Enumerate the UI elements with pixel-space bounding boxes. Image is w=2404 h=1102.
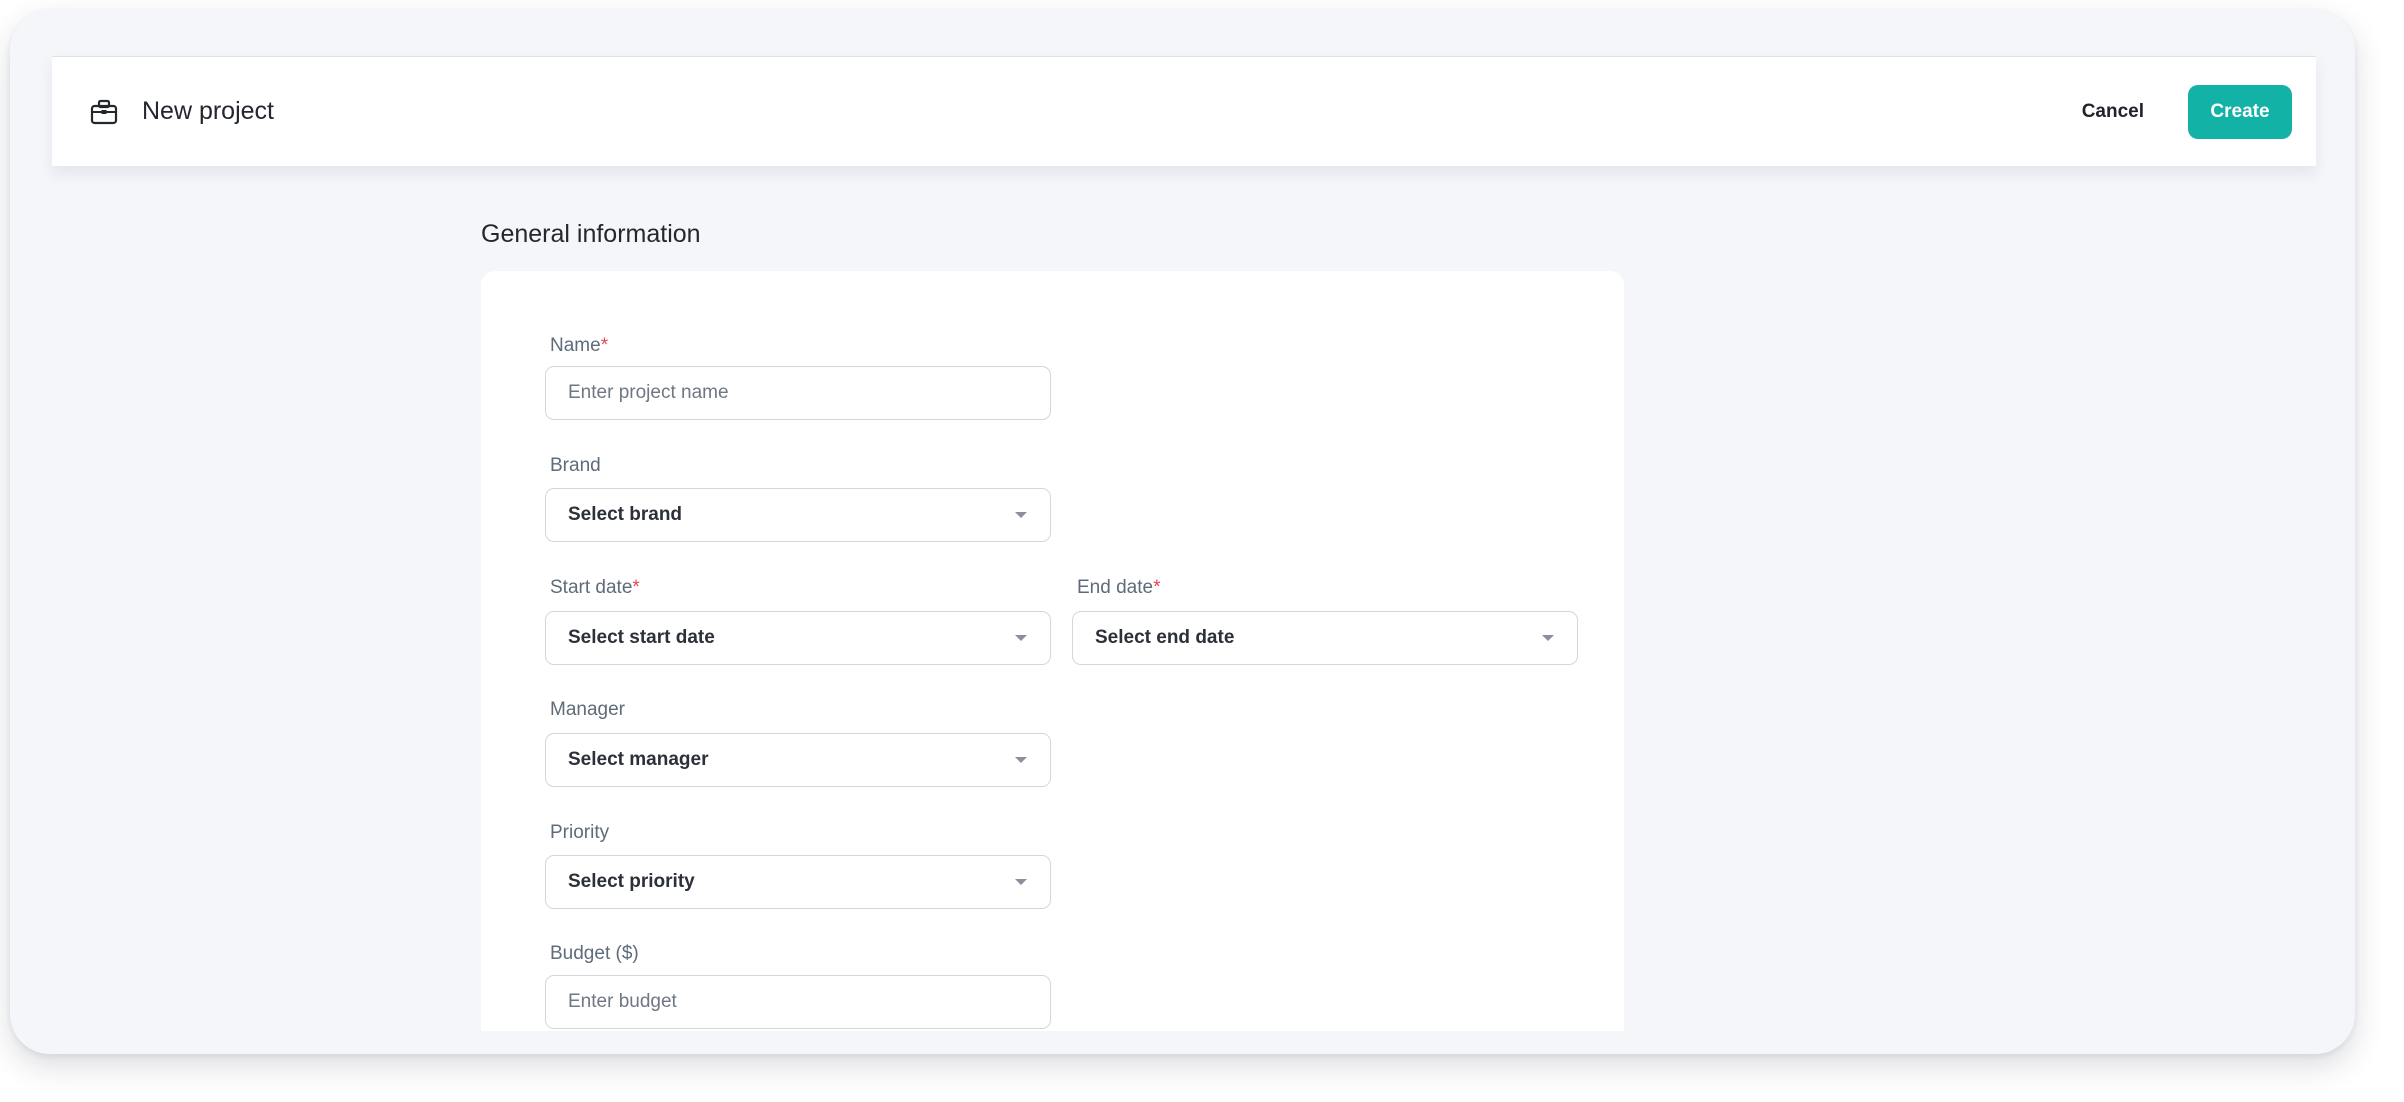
chevron-down-icon	[1015, 879, 1027, 885]
manager-label: Manager	[550, 699, 625, 720]
chevron-down-icon	[1015, 757, 1027, 763]
create-button[interactable]: Create	[2188, 84, 2292, 139]
briefcase-icon	[90, 98, 118, 126]
start-date-label: Start date*	[550, 577, 640, 598]
name-label: Name*	[550, 335, 609, 356]
end-date-select-value: Select end date	[1095, 627, 1235, 648]
name-field-wrapper	[545, 366, 1051, 420]
budget-label: Budget ($)	[550, 943, 639, 964]
start-date-select[interactable]: Select start date	[545, 611, 1051, 665]
name-input[interactable]	[568, 382, 1028, 404]
required-mark: *	[1153, 577, 1161, 598]
section-title: General information	[481, 220, 701, 248]
chevron-down-icon	[1015, 512, 1027, 518]
chevron-down-icon	[1015, 635, 1027, 641]
app-window: New project Cancel Create General inform…	[10, 10, 2355, 1054]
chevron-down-icon	[1542, 635, 1554, 641]
priority-select[interactable]: Select priority	[545, 855, 1051, 909]
brand-select-value: Select brand	[568, 504, 683, 525]
end-date-label: End date*	[1077, 577, 1161, 598]
required-mark: *	[600, 335, 609, 356]
start-date-select-value: Select start date	[568, 627, 715, 648]
brand-label: Brand	[550, 455, 601, 476]
cancel-button[interactable]: Cancel	[2062, 87, 2164, 137]
brand-select[interactable]: Select brand	[545, 488, 1051, 542]
priority-label: Priority	[550, 822, 610, 843]
manager-select[interactable]: Select manager	[545, 733, 1051, 787]
general-information-card: Name* Brand Select brand Start date* Sel…	[481, 271, 1624, 1031]
priority-select-value: Select priority	[568, 871, 695, 892]
end-date-select[interactable]: Select end date	[1072, 611, 1578, 665]
required-mark: *	[632, 577, 640, 598]
budget-field-wrapper	[545, 975, 1051, 1029]
manager-select-value: Select manager	[568, 749, 709, 770]
page-title: New project	[142, 97, 274, 125]
page-header: New project Cancel Create	[52, 56, 2316, 166]
budget-input[interactable]	[568, 991, 1028, 1013]
